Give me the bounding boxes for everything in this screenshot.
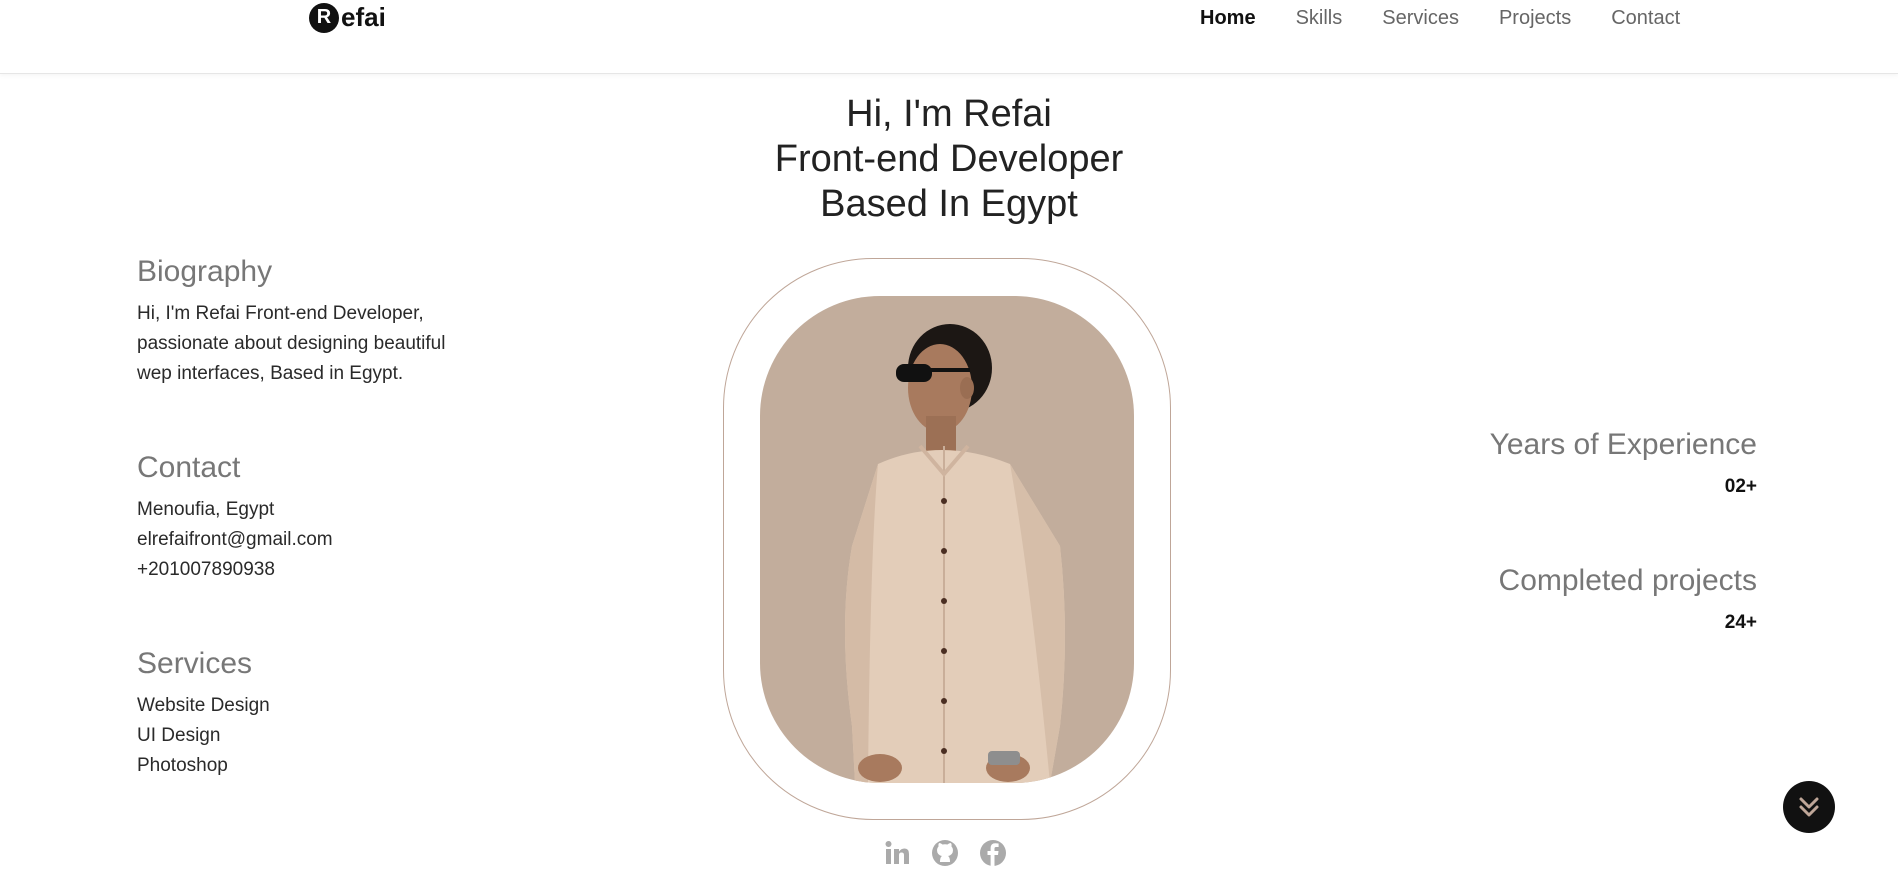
services-heading: Services — [137, 647, 253, 680]
facebook-icon[interactable] — [978, 838, 1008, 868]
social-links — [882, 838, 1008, 868]
hero-line-1: Hi, I'm Refai — [846, 93, 1052, 135]
projects-stat: Completed projects 24+ — [1357, 564, 1757, 634]
logo-badge: R — [309, 2, 339, 33]
hero-line-3: Based In Egypt — [820, 183, 1078, 225]
projects-label: Completed projects — [1498, 564, 1757, 597]
experience-label: Years of Experience — [1489, 428, 1757, 461]
contact-phone[interactable]: +201007890938 — [137, 555, 333, 585]
biography-heading: Biography — [137, 255, 273, 288]
scroll-down-button[interactable] — [1783, 781, 1835, 833]
nav-link-home[interactable]: Home — [1200, 6, 1256, 30]
logo[interactable]: R efai — [309, 2, 386, 33]
experience-value: 02+ — [1724, 476, 1757, 497]
services-list: Website Design UI Design Photoshop — [137, 691, 270, 781]
biography-text: Hi, I'm Refai Front-end Developer, passi… — [137, 299, 445, 389]
services-section: Services Website Design UI Design Photos… — [137, 647, 270, 781]
nav-link-services[interactable]: Services — [1382, 6, 1459, 30]
double-chevron-down-icon — [1799, 797, 1819, 817]
hero-line-2: Front-end Developer — [774, 138, 1124, 180]
person-illustration — [845, 324, 1065, 783]
nav-link-projects[interactable]: Projects — [1499, 6, 1571, 30]
nav-link-skills[interactable]: Skills — [1296, 6, 1343, 30]
nav-links: Home Skills Services Projects Contact — [1200, 6, 1720, 30]
linkedin-icon[interactable] — [882, 838, 912, 868]
navbar: R efai Home Skills Services Projects Con… — [0, 0, 1898, 74]
contact-details: Menoufia, Egypt elrefaifront@gmail.com +… — [137, 495, 333, 585]
hero-title: Hi, I'm Refai Front-end Developer Based … — [0, 92, 1898, 227]
contact-email[interactable]: elrefaifront@gmail.com — [137, 525, 333, 555]
logo-text: efai — [341, 2, 386, 32]
projects-value: 24+ — [1724, 612, 1757, 633]
experience-stat: Years of Experience 02+ — [1357, 428, 1757, 498]
service-item: Website Design — [137, 695, 270, 716]
github-icon[interactable] — [930, 838, 960, 868]
biography-section: Biography Hi, I'm Refai Front-end Develo… — [137, 255, 445, 389]
biography-line: passionate about designing beautiful — [137, 333, 446, 354]
contact-section: Contact Menoufia, Egypt elrefaifront@gma… — [137, 451, 333, 585]
profile-photo — [760, 296, 1134, 783]
contact-heading: Contact — [137, 451, 241, 484]
nav-link-contact[interactable]: Contact — [1611, 6, 1680, 30]
contact-location: Menoufia, Egypt — [137, 499, 275, 520]
service-item: UI Design — [137, 725, 221, 746]
service-item: Photoshop — [137, 755, 228, 776]
biography-line: wep interfaces, Based in Egypt. — [137, 363, 404, 384]
biography-line: Hi, I'm Refai Front-end Developer, — [137, 303, 424, 324]
